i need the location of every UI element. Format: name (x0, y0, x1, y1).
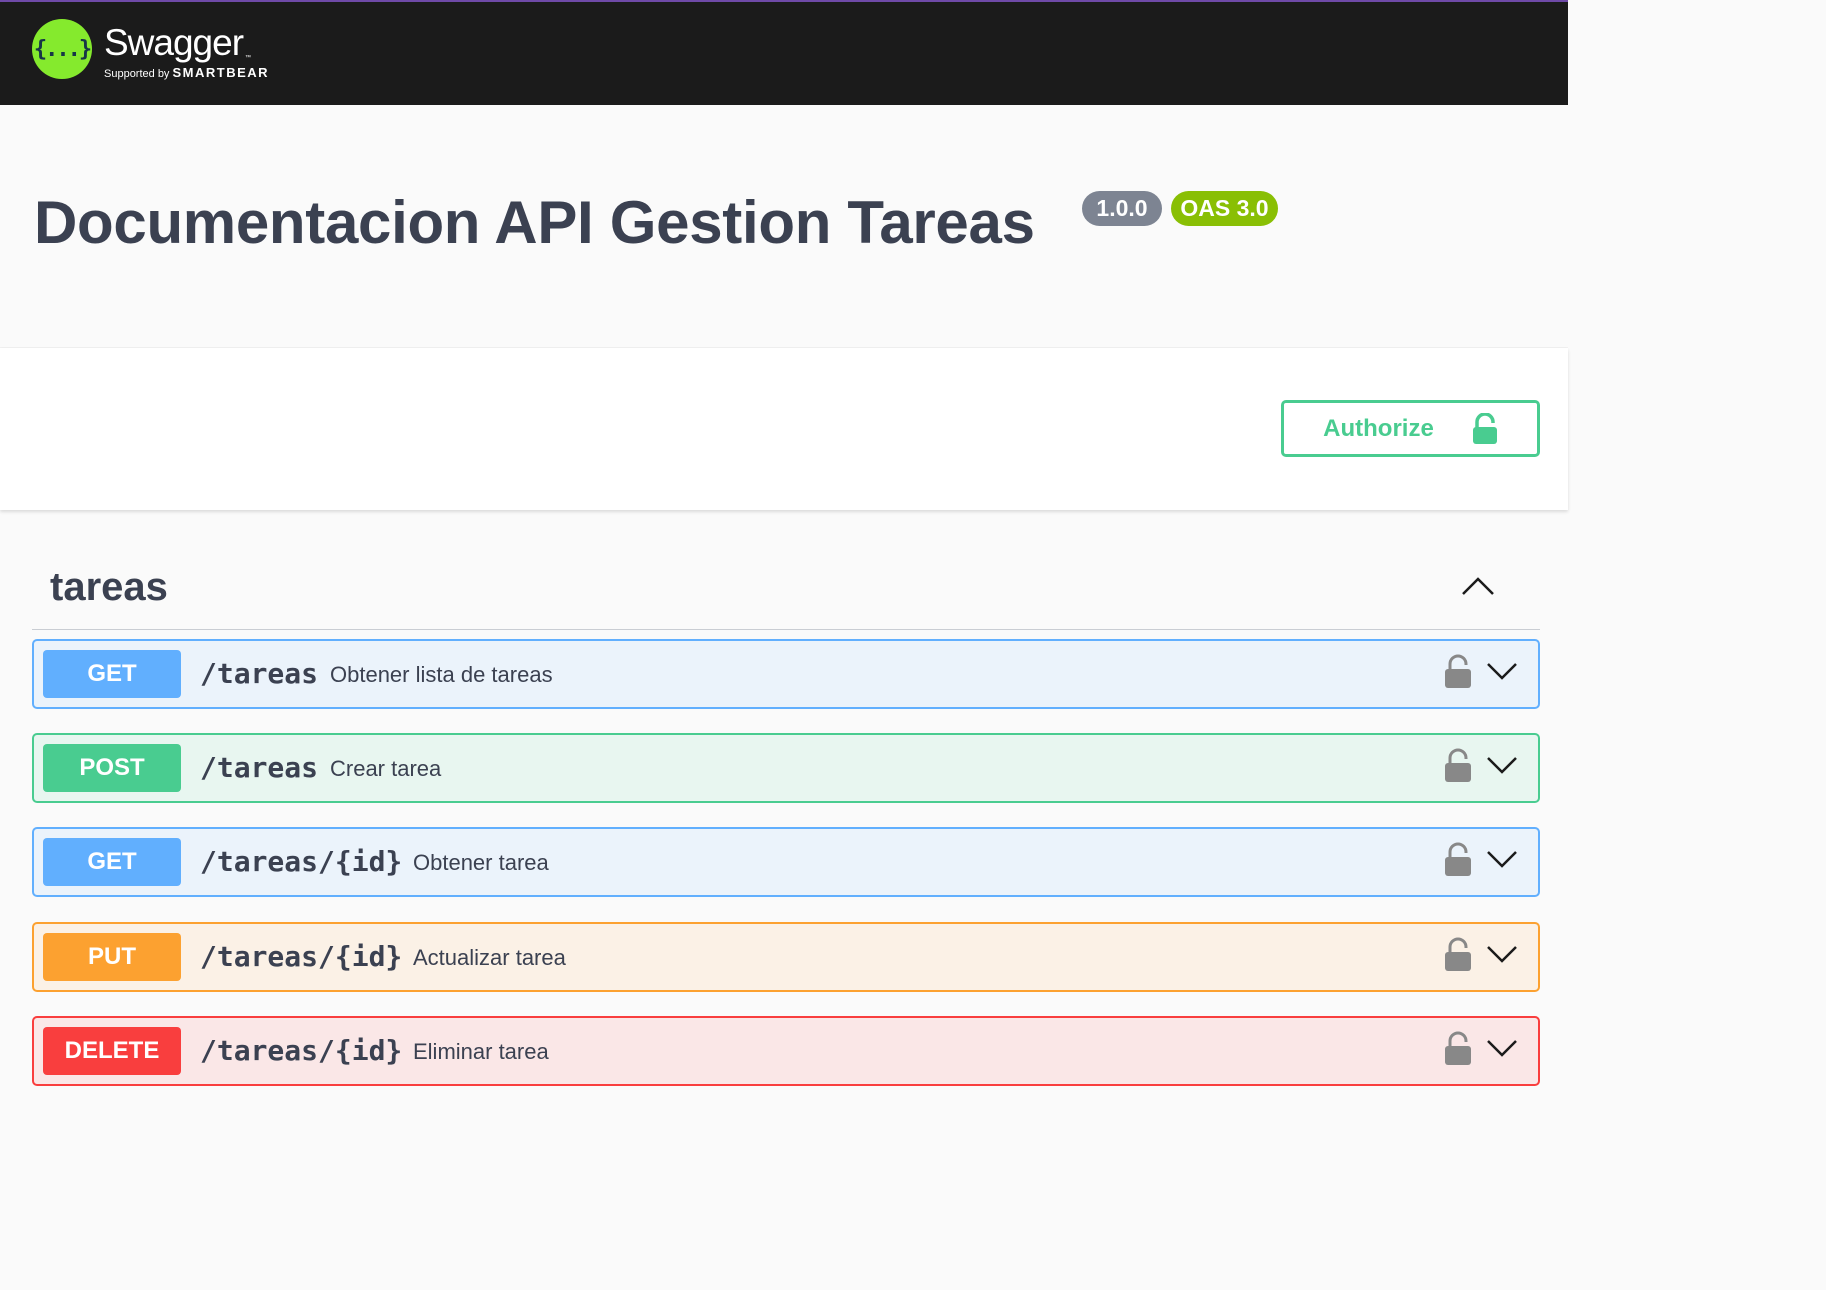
brand-subtitle: Supported by SMARTBEAR (104, 66, 269, 80)
authorize-button[interactable]: Authorize (1281, 400, 1540, 457)
brand[interactable]: Swagger ™ Supported by SMARTBEAR (104, 24, 269, 80)
supported-by-text: Supported by (104, 68, 170, 80)
operation-path: /tareas (200, 657, 319, 690)
method-badge: PUT (43, 933, 181, 981)
operation-summary: Actualizar tarea (413, 945, 566, 970)
operation-summary: Obtener lista de tareas (330, 662, 553, 687)
brand-name-row: Swagger ™ (104, 24, 269, 61)
authorize-label: Authorize (1323, 414, 1434, 442)
lock-icon[interactable] (1443, 1031, 1473, 1067)
operation-summary: Eliminar tarea (413, 1039, 549, 1064)
oas-badge: OAS 3.0 (1171, 191, 1278, 226)
brand-name: Swagger (104, 22, 244, 63)
operation-summary: Obtener tarea (413, 850, 549, 875)
operation-put-tarea[interactable]: PUT /tareas/{id} Actualizar tarea (32, 922, 1540, 992)
chevron-down-icon[interactable] (1485, 943, 1519, 965)
smartbear-text: SMARTBEAR (172, 65, 270, 80)
operation-path: /tareas (200, 751, 319, 784)
page-title: Documentacion API Gestion Tareas (34, 189, 1035, 256)
method-badge: GET (43, 838, 181, 886)
tag-name: tareas (50, 565, 168, 609)
scheme-container: Authorize (0, 348, 1568, 510)
operation-path: /tareas/{id} (200, 845, 403, 878)
operation-get-tarea-by-id[interactable]: GET /tareas/{id} Obtener tarea (32, 827, 1540, 897)
lock-icon[interactable] (1443, 654, 1473, 690)
operation-get-tareas[interactable]: GET /tareas Obtener lista de tareas (32, 639, 1540, 709)
brand-tm: ™ (245, 55, 251, 61)
version-badge: 1.0.0 (1082, 191, 1162, 226)
method-badge: DELETE (43, 1027, 181, 1075)
topbar: {...} Swagger ™ Supported by SMARTBEAR (0, 0, 1568, 105)
method-badge: GET (43, 650, 181, 698)
chevron-down-icon[interactable] (1485, 1037, 1519, 1059)
lock-icon[interactable] (1443, 748, 1473, 784)
operation-path: /tareas/{id} (200, 1034, 403, 1067)
logo-glyph: {...} (33, 36, 92, 62)
swagger-logo-icon[interactable]: {...} (32, 19, 92, 79)
operation-delete-tarea[interactable]: DELETE /tareas/{id} Eliminar tarea (32, 1016, 1540, 1086)
lock-icon[interactable] (1443, 842, 1473, 878)
lock-icon[interactable] (1443, 937, 1473, 973)
operation-path: /tareas/{id} (200, 940, 403, 973)
chevron-up-icon[interactable] (1460, 570, 1496, 598)
chevron-down-icon[interactable] (1485, 660, 1519, 682)
chevron-down-icon[interactable] (1485, 754, 1519, 776)
operation-post-tareas[interactable]: POST /tareas Crear tarea (32, 733, 1540, 803)
operation-summary: Crear tarea (330, 756, 442, 781)
tag-section-header[interactable]: tareas (32, 548, 1540, 630)
chevron-down-icon[interactable] (1485, 848, 1519, 870)
info-section: Documentacion API Gestion Tareas 1.0.0 O… (0, 105, 1568, 348)
unlock-icon (1472, 412, 1497, 444)
method-badge: POST (43, 744, 181, 792)
